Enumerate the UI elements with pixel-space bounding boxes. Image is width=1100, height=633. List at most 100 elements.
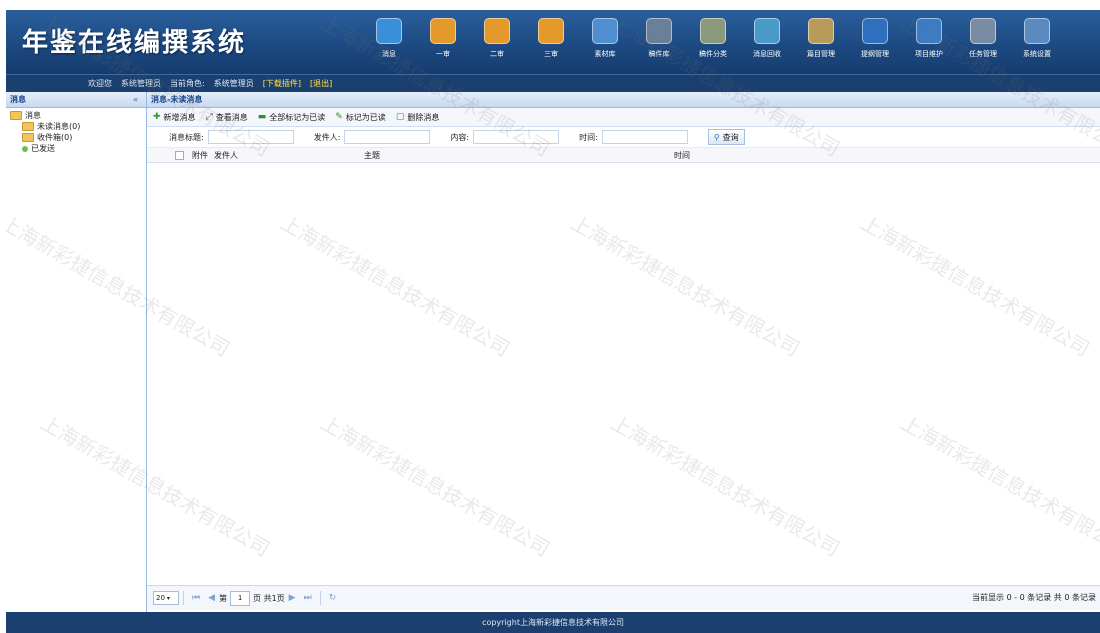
- edit-icon: [538, 18, 564, 44]
- nav-item[interactable]: 三审: [524, 18, 578, 68]
- leaf-icon: [22, 145, 28, 152]
- tree-item[interactable]: 已发送: [8, 143, 146, 154]
- nav-item-label: 稿件分类: [699, 50, 727, 58]
- task-icon: [970, 18, 996, 44]
- edit-icon: [484, 18, 510, 44]
- page-size-select[interactable]: 20 ▾: [153, 591, 179, 605]
- nav-item-label: 三审: [544, 50, 558, 58]
- title-input[interactable]: [207, 130, 294, 144]
- content-input[interactable]: [473, 130, 560, 144]
- page-number-input[interactable]: [230, 590, 251, 606]
- nav-item-label: 系统设置: [1023, 50, 1051, 58]
- user-bar-item[interactable]: [下载插件]: [263, 78, 301, 89]
- col-subject[interactable]: 主题: [364, 150, 674, 161]
- title-label: 消息标题:: [169, 132, 204, 142]
- time-label: 时间:: [579, 132, 598, 142]
- sidebar-title-text: 消息: [10, 95, 26, 104]
- nav-item[interactable]: 提纲管理: [848, 18, 902, 68]
- select-all-checkbox[interactable]: [175, 150, 184, 160]
- nav-item[interactable]: 任务管理: [956, 18, 1010, 68]
- document-icon: [646, 18, 672, 44]
- toolbar-button-label: 查看消息: [215, 112, 248, 122]
- pager-divider: [183, 591, 184, 605]
- page-prefix: 第: [219, 593, 228, 603]
- nav-item[interactable]: 项目维护: [902, 18, 956, 68]
- user-bar-item[interactable]: [退出]: [310, 78, 332, 89]
- toolbar-button-label: 全部标记为已读: [269, 112, 326, 122]
- app-window: 年鉴在线编撰系统 消息 一审 二审 三审 素材库 稿件库 稿件分类 消息回收 篇目管理 提纲管理 项…: [6, 10, 1100, 633]
- message-icon: [376, 18, 402, 44]
- edit-icon: [430, 18, 456, 44]
- col-sender[interactable]: 发件人: [214, 150, 364, 161]
- col-attachment[interactable]: 附件: [192, 150, 214, 161]
- time-input[interactable]: [601, 130, 688, 144]
- search-bar: 消息标题: 发件人: 内容: 时间: ⚲ 查询: [147, 127, 1100, 148]
- nav-item[interactable]: 素材库: [578, 18, 632, 68]
- header: 年鉴在线编撰系统 消息 一审 二审 三审 素材库 稿件库 稿件分类 消息回收 篇目管理 提纲管理 项…: [6, 10, 1100, 74]
- search-button-label: 查询: [722, 132, 739, 142]
- list-icon: [862, 18, 888, 44]
- next-page-icon[interactable]: ▶: [289, 593, 296, 603]
- sender-label: 发件人:: [313, 132, 341, 142]
- nav-item-label: 任务管理: [969, 50, 997, 58]
- database-icon: [916, 18, 942, 44]
- collapse-icon[interactable]: «: [133, 92, 138, 107]
- nav-item[interactable]: 消息: [362, 18, 416, 68]
- search-button[interactable]: ⚲ 查询: [707, 129, 745, 145]
- nav-item-label: 一审: [436, 50, 450, 58]
- tree-item[interactable]: 收件箱(0): [8, 132, 146, 143]
- mark-all-icon: ▬: [257, 112, 267, 122]
- nav-item[interactable]: 消息回收: [740, 18, 794, 68]
- nav-item[interactable]: 一审: [416, 18, 470, 68]
- pager-divider: [319, 591, 321, 605]
- page-size-value: 20: [156, 594, 165, 602]
- toolbar-button[interactable]: ▬ 全部标记为已读: [258, 112, 326, 123]
- nav-item[interactable]: 系统设置: [1010, 18, 1064, 68]
- prev-page-icon[interactable]: ◀: [208, 593, 215, 603]
- tree-item[interactable]: 消息: [8, 110, 146, 121]
- toolbar-button[interactable]: ⤢ 查看消息: [206, 112, 248, 123]
- outline-icon: [808, 18, 834, 44]
- grid-header: 附件 发件人 主题 时间: [147, 148, 1100, 163]
- user-bar-item: 当前角色:: [170, 79, 205, 88]
- refresh-icon[interactable]: ↻: [329, 593, 337, 603]
- toolbar-button[interactable]: ✚ 新增消息: [153, 112, 196, 123]
- toolbar-button[interactable]: ✎ 标记为已读: [335, 112, 386, 123]
- pencil-icon: ✎: [335, 112, 343, 122]
- user-bar-item: 系统管理员: [213, 79, 254, 88]
- user-bar: 欢迎您 系统管理员 当前角色: 系统管理员 [下载插件] [退出]: [6, 74, 1100, 92]
- toolbar-button-label: 删除消息: [407, 112, 440, 122]
- search-icon: ⚲: [713, 132, 720, 142]
- content-label: 内容:: [450, 132, 470, 142]
- page-suffix: 页 共1页: [253, 593, 285, 603]
- tree-item-label: 未读消息(0): [37, 122, 81, 131]
- delete-icon: ▢: [395, 112, 405, 122]
- sender-input[interactable]: [344, 130, 431, 144]
- tree-item[interactable]: 未读消息(0): [8, 121, 146, 132]
- view-icon: ⤢: [205, 112, 213, 122]
- first-page-icon[interactable]: ⏮: [192, 593, 200, 603]
- settings-icon: [1024, 18, 1050, 44]
- sidebar: 消息 « 消息未读消息(0) 收件箱(0) 已发送: [6, 92, 147, 612]
- nav-item[interactable]: 二审: [470, 18, 524, 68]
- toolbar-button-label: 新增消息: [163, 112, 196, 122]
- nav-item-label: 篇目管理: [807, 50, 835, 58]
- nav-item-label: 项目维护: [915, 50, 943, 58]
- folder-icon: [22, 133, 34, 142]
- toolbar-button[interactable]: ▢ 删除消息: [396, 112, 440, 123]
- pager: 20 ▾ ⏮ ◀ 第 页 共1页 ▶ ⏭ ↻ 当前显示 0 - 0 条记录 共 …: [147, 585, 1100, 610]
- user-bar-item: 系统管理员: [121, 79, 161, 88]
- nav-item-label: 二审: [490, 50, 504, 58]
- plus-icon: ✚: [153, 112, 161, 122]
- nav-item[interactable]: 篇目管理: [794, 18, 848, 68]
- nav-item[interactable]: 稿件分类: [686, 18, 740, 68]
- col-time[interactable]: 时间: [674, 150, 690, 161]
- main-panel: 消息-未读消息 ✚ 新增消息 ⤢ 查看消息 ▬ 全部标记为已读 ✎ 标记为已读 ▢ 删除消息 消息…: [147, 92, 1100, 612]
- last-page-icon[interactable]: ⏭: [304, 593, 312, 603]
- app-title: 年鉴在线编撰系统: [22, 28, 247, 58]
- tree-item-label: 收件箱(0): [37, 133, 73, 142]
- tree-item-label: 消息: [25, 111, 41, 120]
- nav-item[interactable]: 稿件库: [632, 18, 686, 68]
- nav-item-label: 提纲管理: [861, 50, 889, 58]
- pager-info: 当前显示 0 - 0 条记录 共 0 条记录: [972, 593, 1096, 602]
